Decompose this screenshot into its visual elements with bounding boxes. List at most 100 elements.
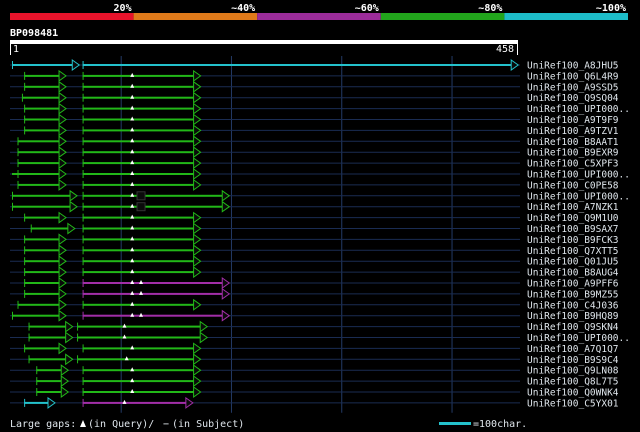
hsp-segment[interactable] bbox=[82, 85, 195, 88]
hsp-segment[interactable] bbox=[82, 162, 195, 165]
hsp-segment[interactable] bbox=[24, 249, 61, 252]
hit-row[interactable]: UniRef100_A9TZV1 bbox=[10, 124, 619, 137]
hsp-segment[interactable] bbox=[82, 292, 224, 295]
hit-row[interactable]: UniRef100_B8AUG4 bbox=[10, 266, 619, 279]
hsp-segment[interactable] bbox=[12, 173, 18, 175]
hit-row[interactable]: UniRef100_A7Q1Q7 bbox=[10, 342, 619, 355]
hit-label[interactable]: UniRef100_A9SSD5 bbox=[527, 82, 619, 93]
hsp-segment[interactable] bbox=[28, 358, 67, 361]
hsp-segment[interactable] bbox=[24, 292, 61, 295]
hit-label[interactable]: UniRef100_UPI000.. bbox=[527, 170, 630, 181]
hsp-segment[interactable] bbox=[12, 64, 74, 66]
hit-row[interactable]: UniRef100_B9SAX7 bbox=[10, 222, 619, 236]
hit-row[interactable]: UniRef100_Q9M1U0 bbox=[10, 211, 619, 225]
hit-label[interactable]: UniRef100_A8JHU5 bbox=[527, 61, 619, 72]
hsp-segment[interactable] bbox=[77, 336, 202, 339]
hsp-segment[interactable] bbox=[82, 107, 195, 110]
hsp-segment[interactable] bbox=[82, 391, 195, 393]
hsp-segment[interactable] bbox=[21, 96, 61, 99]
hsp-segment[interactable] bbox=[82, 249, 195, 252]
hit-row[interactable]: UniRef100_C5XPF3 bbox=[10, 157, 619, 170]
hit-label[interactable]: UniRef100_B9SAX7 bbox=[527, 224, 619, 235]
hsp-segment[interactable] bbox=[82, 194, 224, 197]
hsp-segment[interactable] bbox=[82, 271, 195, 274]
hit-label[interactable]: UniRef100_Q8L7T5 bbox=[527, 377, 619, 388]
hit-row[interactable]: UniRef100_A8JHU5 bbox=[10, 59, 619, 72]
hsp-segment[interactable] bbox=[24, 85, 61, 88]
hsp-segment[interactable] bbox=[36, 369, 63, 372]
hit-row[interactable]: UniRef100_UPI000.. bbox=[10, 168, 630, 181]
hit-row[interactable]: UniRef100_A9PFF6 bbox=[10, 277, 619, 290]
hsp-segment[interactable] bbox=[82, 129, 195, 132]
hit-label[interactable]: UniRef100_A9PFF6 bbox=[527, 279, 619, 290]
hsp-segment[interactable] bbox=[82, 347, 195, 350]
hsp-segment[interactable] bbox=[12, 205, 72, 208]
hit-row[interactable]: UniRef100_B9S9C4 bbox=[10, 353, 619, 366]
hit-row[interactable]: UniRef100_Q7XTT5 bbox=[10, 244, 619, 257]
hsp-segment[interactable] bbox=[82, 401, 187, 404]
hsp-segment[interactable] bbox=[82, 369, 195, 372]
hsp-segment[interactable] bbox=[82, 205, 224, 208]
hit-label[interactable]: UniRef100_C4J036 bbox=[527, 300, 619, 311]
hit-row[interactable]: UniRef100_UPI000.. bbox=[10, 189, 630, 203]
hsp-segment[interactable] bbox=[82, 227, 195, 230]
hit-label[interactable]: UniRef100_Q6L4R9 bbox=[527, 71, 619, 82]
hsp-segment[interactable] bbox=[82, 303, 195, 306]
hsp-segment[interactable] bbox=[28, 325, 67, 328]
hit-row[interactable]: UniRef100_A9SSD5 bbox=[10, 80, 619, 94]
hsp-segment[interactable] bbox=[82, 260, 195, 263]
hsp-segment[interactable] bbox=[17, 151, 61, 154]
hit-label[interactable]: UniRef100_B8AAT1 bbox=[527, 137, 619, 148]
hit-label[interactable]: UniRef100_Q01JU5 bbox=[527, 257, 619, 268]
hit-label[interactable]: UniRef100_Q0WNK4 bbox=[527, 388, 619, 399]
hit-label[interactable]: UniRef100_Q9SQ04 bbox=[527, 93, 619, 104]
hsp-segment[interactable] bbox=[24, 118, 61, 121]
hsp-segment[interactable] bbox=[82, 380, 195, 383]
hsp-segment[interactable] bbox=[82, 140, 195, 143]
hit-label[interactable]: UniRef100_Q7XTT5 bbox=[527, 246, 619, 257]
hsp-segment[interactable] bbox=[17, 183, 61, 186]
hsp-segment[interactable] bbox=[82, 216, 195, 219]
hsp-segment[interactable] bbox=[24, 347, 61, 350]
hit-row[interactable]: UniRef100_UPI000.. bbox=[10, 102, 630, 116]
hsp-segment[interactable] bbox=[24, 129, 61, 132]
hsp-segment[interactable] bbox=[36, 380, 63, 383]
hsp-segment[interactable] bbox=[12, 194, 72, 197]
hsp-segment[interactable] bbox=[17, 173, 61, 175]
hsp-segment[interactable] bbox=[17, 140, 61, 143]
hsp-segment[interactable] bbox=[82, 64, 513, 66]
hsp-segment[interactable] bbox=[82, 314, 224, 317]
hsp-segment[interactable] bbox=[82, 118, 195, 121]
hit-row[interactable]: UniRef100_B9EXR9 bbox=[10, 146, 619, 159]
hsp-segment[interactable] bbox=[77, 358, 195, 361]
hit-label[interactable]: UniRef100_C0PE58 bbox=[527, 180, 619, 191]
hsp-segment[interactable] bbox=[82, 183, 195, 186]
hit-row[interactable]: UniRef100_Q9SQ04 bbox=[10, 91, 619, 105]
hit-row[interactable]: UniRef100_C0PE58 bbox=[10, 178, 619, 192]
hsp-segment[interactable] bbox=[30, 227, 69, 230]
hsp-segment[interactable] bbox=[82, 238, 195, 241]
hit-row[interactable]: UniRef100_Q0WNK4 bbox=[10, 386, 619, 399]
hit-label[interactable]: UniRef100_C5YX01 bbox=[527, 398, 619, 409]
hit-label[interactable]: UniRef100_C5XPF3 bbox=[527, 159, 619, 170]
hsp-segment[interactable] bbox=[77, 325, 202, 328]
hit-label[interactable]: UniRef100_B9HQ89 bbox=[527, 311, 619, 322]
hsp-segment[interactable] bbox=[17, 303, 61, 306]
hit-label[interactable]: UniRef100_UPI000.. bbox=[527, 333, 630, 344]
hsp-segment[interactable] bbox=[24, 107, 61, 110]
hit-row[interactable]: UniRef100_B9FCK3 bbox=[10, 233, 619, 246]
hsp-segment[interactable] bbox=[24, 216, 61, 219]
hsp-segment[interactable] bbox=[82, 74, 195, 77]
hsp-segment[interactable] bbox=[24, 401, 50, 404]
hit-label[interactable]: UniRef100_B8AUG4 bbox=[527, 268, 619, 279]
hit-label[interactable]: UniRef100_UPI000.. bbox=[527, 191, 630, 202]
hit-row[interactable]: UniRef100_C4J036 bbox=[10, 298, 619, 312]
hit-row[interactable]: UniRef100_Q01JU5 bbox=[10, 255, 619, 268]
hit-row[interactable]: UniRef100_Q9SKN4 bbox=[10, 320, 619, 334]
hsp-segment[interactable] bbox=[82, 173, 195, 175]
hit-row[interactable]: UniRef100_B9MZ55 bbox=[10, 287, 619, 301]
hsp-segment[interactable] bbox=[24, 260, 61, 263]
hsp-segment[interactable] bbox=[28, 336, 67, 339]
hsp-segment[interactable] bbox=[82, 96, 195, 99]
hit-row[interactable]: UniRef100_UPI000.. bbox=[10, 331, 630, 345]
